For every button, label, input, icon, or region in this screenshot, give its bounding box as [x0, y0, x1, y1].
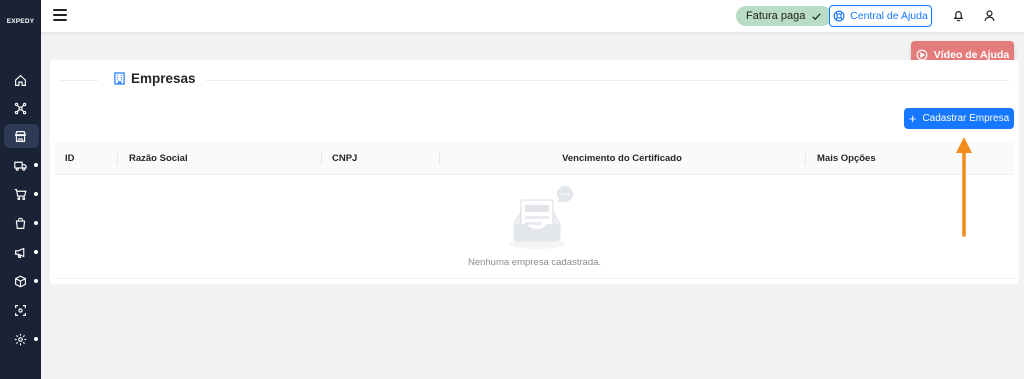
submenu-dot — [34, 279, 38, 283]
companies-card: Empresas + Cadastrar Empresa ID Razão So… — [50, 60, 1019, 284]
sidebar-item-scan[interactable] — [4, 298, 39, 322]
page-title: Empresas — [98, 71, 206, 86]
sidebar-item-delivery[interactable] — [4, 153, 39, 177]
sidebar-item-integrations[interactable] — [4, 96, 39, 120]
lifebuoy-icon — [833, 10, 845, 22]
add-company-label: Cadastrar Empresa — [922, 113, 1010, 124]
page-title-text: Empresas — [131, 71, 196, 86]
column-header-id[interactable]: ID — [65, 142, 75, 175]
top-bar: Fatura paga Central de Ajuda — [41, 0, 1024, 33]
sidebar-item-bag[interactable] — [4, 211, 39, 235]
scan-icon — [15, 304, 26, 316]
sidebar-item-products[interactable] — [4, 269, 39, 293]
annotation-arrow-icon — [956, 137, 972, 237]
table-header: ID Razão Social CNPJ Vencimento do Certi… — [55, 142, 1014, 175]
table-empty-state: Nenhuma empresa cadastrada. — [55, 175, 1014, 279]
column-divider — [805, 152, 806, 165]
bag-icon — [15, 217, 26, 229]
sidebar-item-marketing[interactable] — [4, 240, 39, 264]
box-icon — [15, 275, 26, 287]
megaphone-icon — [15, 247, 25, 258]
app-logo: EXPEDY — [6, 18, 35, 25]
column-header-certificate-expiry[interactable]: Vencimento do Certificado — [439, 142, 805, 175]
sidebar-item-settings[interactable] — [4, 327, 39, 351]
sidebar: EXPEDY — [0, 0, 41, 379]
building-icon — [114, 72, 125, 85]
submenu-dot — [34, 250, 38, 254]
store-icon — [15, 130, 26, 142]
column-divider — [117, 152, 118, 165]
check-icon — [812, 12, 822, 20]
help-center-label: Central de Ajuda — [850, 10, 928, 22]
help-center-button[interactable]: Central de Ajuda — [829, 5, 932, 27]
submenu-dot — [34, 163, 38, 167]
home-icon — [15, 74, 26, 86]
user-icon[interactable] — [983, 9, 996, 22]
empty-inbox-icon — [509, 186, 573, 249]
hub-icon — [14, 102, 27, 114]
sidebar-item-cart[interactable] — [4, 182, 39, 206]
payment-status-badge: Fatura paga — [736, 6, 833, 26]
truck-icon — [14, 161, 27, 171]
bell-icon[interactable] — [952, 9, 965, 22]
empty-state-text: Nenhuma empresa cadastrada. — [467, 257, 602, 268]
column-divider — [321, 152, 322, 165]
sidebar-item-stores[interactable] — [4, 124, 39, 148]
column-header-cnpj[interactable]: CNPJ — [332, 142, 357, 175]
submenu-dot — [34, 221, 38, 225]
sidebar-item-home[interactable] — [4, 68, 39, 92]
menu-toggle-icon[interactable] — [53, 9, 67, 23]
add-company-button[interactable]: + Cadastrar Empresa — [904, 108, 1014, 129]
submenu-dot — [34, 192, 38, 196]
plus-icon: + — [908, 111, 917, 126]
column-header-razao-social[interactable]: Razão Social — [129, 142, 188, 175]
gear-icon — [14, 333, 27, 345]
submenu-dot — [34, 337, 38, 341]
payment-status-label: Fatura paga — [746, 10, 806, 22]
column-header-more-options[interactable]: Mais Opções — [817, 142, 876, 175]
cart-icon — [14, 188, 27, 200]
